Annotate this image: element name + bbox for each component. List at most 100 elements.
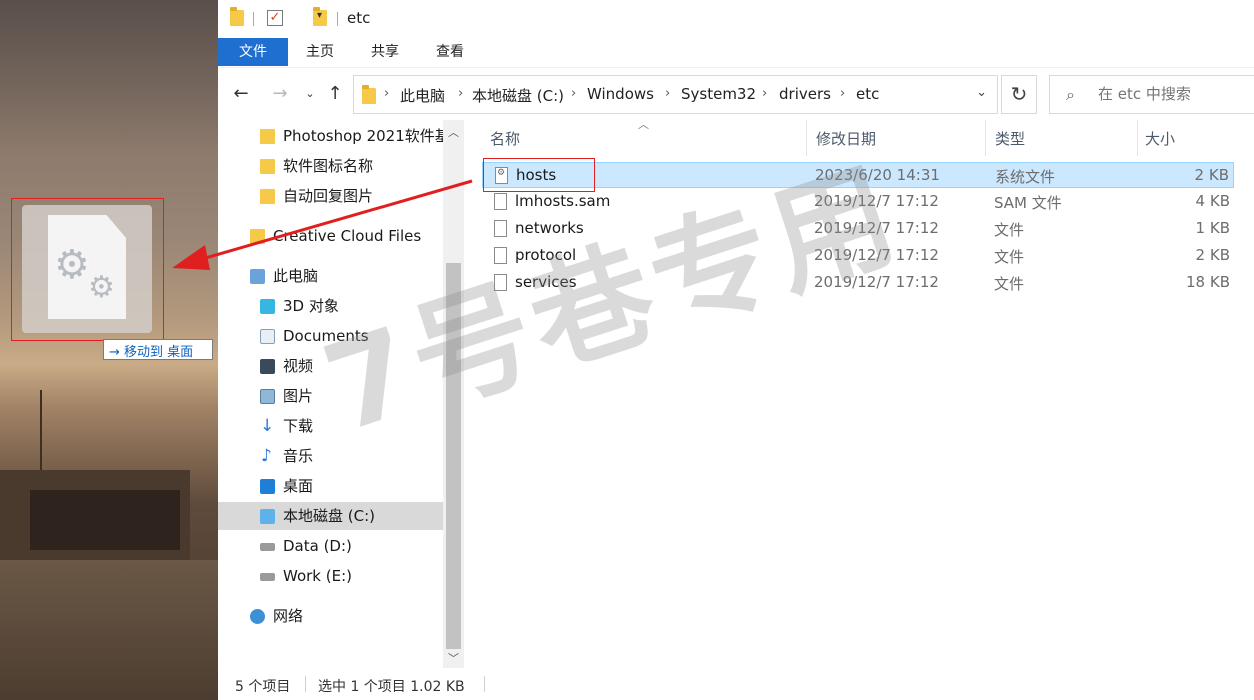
address-bar[interactable]: › 此电脑 › 本地磁盘 (C:) › Windows › System32 ›… xyxy=(353,75,998,114)
nav-item-label: 软件图标名称 xyxy=(283,157,374,175)
breadcrumb-separator[interactable]: › xyxy=(665,86,670,101)
file-row-services[interactable]: services 2019/12/7 17:12 文件 18 KB xyxy=(482,270,1234,296)
nav-item-this-pc[interactable]: 此电脑 xyxy=(218,262,443,290)
chevron-down-icon[interactable]: ⌄ xyxy=(976,85,987,100)
file-type: 文件 xyxy=(994,275,1025,293)
nav-item-work-e[interactable]: Work (E:) xyxy=(218,562,443,590)
recent-locations-chevron-icon[interactable]: ⌄ xyxy=(300,84,320,104)
nav-item-label: 音乐 xyxy=(283,447,314,465)
breadcrumb-separator[interactable]: › xyxy=(384,86,389,101)
customize-toolbar-icon[interactable]: ▾ xyxy=(317,10,322,26)
file-icon xyxy=(494,274,507,291)
breadcrumb-windows[interactable]: Windows xyxy=(587,85,654,103)
file-row-networks[interactable]: networks 2019/12/7 17:12 文件 1 KB xyxy=(482,216,1234,242)
breadcrumb-separator[interactable]: › xyxy=(840,86,845,101)
breadcrumb-separator[interactable]: › xyxy=(762,86,767,101)
folder-icon xyxy=(230,7,244,26)
download-icon: ↓ xyxy=(260,416,275,436)
chevron-down-icon[interactable]: ﹀ xyxy=(446,650,461,666)
file-name: lmhosts.sam xyxy=(515,192,611,210)
tab-view[interactable]: 查看 xyxy=(426,38,474,66)
folder-icon xyxy=(260,129,275,144)
nav-item-local-disk-c[interactable]: 本地磁盘 (C:) xyxy=(218,502,443,530)
separator xyxy=(484,676,485,692)
breadcrumb-separator[interactable]: › xyxy=(458,86,463,101)
breadcrumb-etc[interactable]: etc xyxy=(856,85,879,103)
column-header-type[interactable]: 类型 xyxy=(995,128,1025,149)
file-date: 2019/12/7 17:12 xyxy=(814,219,939,237)
file-size: 18 KB xyxy=(1186,273,1230,291)
nav-item-3d-objects[interactable]: 3D 对象 xyxy=(218,292,443,320)
music-icon: ♪ xyxy=(261,446,272,466)
column-divider[interactable] xyxy=(985,120,986,156)
item-count: 5 个项目 xyxy=(235,679,291,695)
nav-item-icon-names-folder[interactable]: 软件图标名称 xyxy=(218,152,443,180)
file-icon xyxy=(494,220,507,237)
search-input[interactable] xyxy=(1098,85,1248,103)
separator xyxy=(305,676,306,692)
nav-item-desktop[interactable]: 桌面 xyxy=(218,472,443,500)
file-size: 4 KB xyxy=(1195,192,1230,210)
nav-item-label: 本地磁盘 (C:) xyxy=(283,507,375,525)
breadcrumb-system32[interactable]: System32 xyxy=(681,85,756,103)
tab-file[interactable]: 文件 xyxy=(218,38,288,66)
nav-item-label: 3D 对象 xyxy=(283,297,339,315)
nav-item-creative-cloud[interactable]: Creative Cloud Files xyxy=(218,222,443,250)
file-date: 2019/12/7 17:12 xyxy=(814,273,939,291)
breadcrumb-this-pc[interactable]: 此电脑 xyxy=(400,85,445,106)
scrollbar-thumb[interactable] xyxy=(446,263,461,649)
forward-arrow-icon[interactable]: → xyxy=(270,84,290,104)
file-row-protocol[interactable]: protocol 2019/12/7 17:12 文件 2 KB xyxy=(482,243,1234,269)
drive-icon xyxy=(260,543,275,551)
tab-home[interactable]: 主页 xyxy=(296,38,344,66)
folder-icon xyxy=(260,159,275,174)
nav-item-label: Data (D:) xyxy=(283,537,352,555)
nav-item-music[interactable]: ♪ 音乐 xyxy=(218,442,443,470)
nav-item-data-d[interactable]: Data (D:) xyxy=(218,532,443,560)
gear-icon: ⚙ xyxy=(54,242,90,288)
column-header-size[interactable]: 大小 xyxy=(1145,128,1175,149)
nav-item-photoshop-folder[interactable]: Photoshop 2021软件基 xyxy=(218,122,443,150)
column-header-date[interactable]: 修改日期 xyxy=(816,128,876,149)
nav-pane-scrollbar[interactable]: ︿ ﹀ xyxy=(443,120,464,668)
nav-item-pictures[interactable]: 图片 xyxy=(218,382,443,410)
breadcrumb-drivers[interactable]: drivers xyxy=(779,85,831,103)
hosts-highlight-frame xyxy=(483,158,595,192)
back-arrow-icon[interactable]: ← xyxy=(231,84,251,104)
file-size: 2 KB xyxy=(1194,166,1229,184)
chevron-up-icon[interactable]: ︿ xyxy=(446,124,461,140)
navigation-bar: ← → ⌄ ↑ › 此电脑 › 本地磁盘 (C:) › Windows › Sy… xyxy=(218,68,1254,120)
nav-item-documents[interactable]: Documents xyxy=(218,322,443,350)
search-box[interactable]: ⌕ xyxy=(1049,75,1254,114)
separator xyxy=(337,12,338,26)
nav-item-downloads[interactable]: ↓ 下载 xyxy=(218,412,443,440)
file-size: 2 KB xyxy=(1195,246,1230,264)
column-divider[interactable] xyxy=(806,120,807,156)
breadcrumb-separator[interactable]: › xyxy=(571,86,576,101)
tab-share[interactable]: 共享 xyxy=(361,38,409,66)
pictures-icon xyxy=(260,389,275,404)
nav-item-label: Creative Cloud Files xyxy=(273,227,422,245)
nav-item-label: 桌面 xyxy=(283,477,314,495)
nav-item-label: 图片 xyxy=(283,387,314,405)
dragged-file-icon[interactable]: ⚙ ⚙ xyxy=(22,205,152,333)
file-explorer-window: ✓ ▾ etc 文件 主页 共享 查看 ← → ⌄ ↑ › 此电脑 › 本地磁盘… xyxy=(218,0,1254,700)
nav-item-network[interactable]: 网络 xyxy=(218,602,443,630)
wallpaper-building-shadow xyxy=(30,490,180,550)
desktop-icon xyxy=(260,479,275,494)
drive-icon xyxy=(260,573,275,581)
nav-item-label: 自动回复图片 xyxy=(283,187,374,205)
video-icon xyxy=(260,359,275,374)
column-divider[interactable] xyxy=(1137,120,1138,156)
nav-item-auto-reply-folder[interactable]: 自动回复图片 xyxy=(218,182,443,210)
file-row-lmhosts[interactable]: lmhosts.sam 2019/12/7 17:12 SAM 文件 4 KB xyxy=(482,189,1234,215)
refresh-icon[interactable]: ↻ xyxy=(1001,75,1037,114)
selection-info: 选中 1 个项目 1.02 KB xyxy=(318,679,465,695)
column-header-name[interactable]: 名称 xyxy=(490,128,520,149)
nav-item-videos[interactable]: 视频 xyxy=(218,352,443,380)
properties-icon[interactable]: ✓ xyxy=(267,10,283,26)
nav-item-label: 网络 xyxy=(273,607,304,625)
up-arrow-icon[interactable]: ↑ xyxy=(325,84,345,104)
file-name: services xyxy=(515,273,577,291)
breadcrumb-local-disk-c[interactable]: 本地磁盘 (C:) xyxy=(472,85,564,106)
